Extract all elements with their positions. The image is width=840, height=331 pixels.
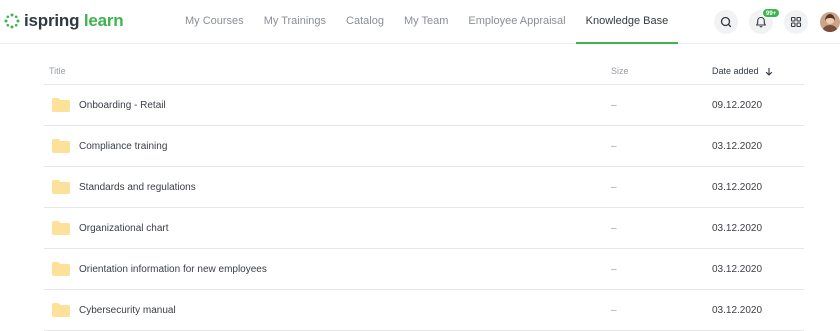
row-date-added: 03.12.2020: [712, 182, 763, 193]
row-title: Onboarding - Retail: [79, 100, 166, 111]
search-icon: [720, 16, 732, 28]
knowledge-base-table: Title Size Date added Onboarding - Retai…: [44, 56, 804, 331]
row-title: Cybersecurity manual: [79, 305, 176, 316]
user-avatar[interactable]: [820, 12, 840, 32]
folder-icon: [52, 262, 70, 276]
arrow-down-icon: [765, 68, 772, 76]
nav-knowledge-base[interactable]: Knowledge Base: [575, 0, 679, 44]
grid-icon: [790, 16, 802, 28]
row-size: –: [611, 100, 617, 111]
row-size: –: [611, 223, 617, 234]
search-button[interactable]: [714, 10, 738, 34]
logo-text-secondary: learn: [83, 11, 124, 30]
folder-icon: [52, 139, 70, 153]
table-row[interactable]: Standards and regulations – 03.12.2020: [44, 167, 804, 208]
nav-my-courses[interactable]: My Courses: [175, 0, 254, 44]
row-date-added: 09.12.2020: [712, 100, 763, 111]
column-header-date-added[interactable]: Date added: [712, 66, 773, 76]
column-header-date-label: Date added: [712, 66, 759, 76]
table-row[interactable]: Orientation information for new employee…: [44, 249, 804, 290]
folder-icon: [52, 221, 70, 235]
table-row[interactable]: Compliance training – 03.12.2020: [44, 126, 804, 167]
nav-my-trainings[interactable]: My Trainings: [254, 0, 336, 44]
avatar-image: [820, 12, 840, 32]
folder-icon: [52, 98, 70, 112]
main-navigation: My Courses My Trainings Catalog My Team …: [175, 0, 678, 44]
notifications-button[interactable]: 99+: [749, 8, 781, 34]
nav-my-team[interactable]: My Team: [394, 0, 458, 44]
column-header-title[interactable]: Title: [49, 66, 66, 76]
column-header-size[interactable]: Size: [611, 66, 629, 76]
row-date-added: 03.12.2020: [712, 223, 763, 234]
row-title: Orientation information for new employee…: [79, 264, 267, 275]
folder-icon: [52, 303, 70, 317]
logo-text-primary: ispring: [24, 11, 80, 30]
ispring-learn-logo[interactable]: ispring learn: [4, 9, 124, 33]
row-title: Organizational chart: [79, 223, 169, 234]
table-header: Title Size Date added: [44, 56, 804, 85]
row-date-added: 03.12.2020: [712, 305, 763, 316]
row-size: –: [611, 141, 617, 152]
table-row[interactable]: Cybersecurity manual – 03.12.2020: [44, 290, 804, 331]
ispring-logo-icon: [4, 13, 20, 29]
folder-icon: [52, 180, 70, 194]
row-size: –: [611, 182, 617, 193]
top-navigation-bar: ispring learn My Courses My Trainings Ca…: [0, 0, 840, 44]
notifications-badge: 99+: [762, 8, 781, 18]
row-title: Compliance training: [79, 141, 168, 152]
nav-catalog[interactable]: Catalog: [336, 0, 394, 44]
row-size: –: [611, 264, 617, 275]
apps-button[interactable]: [784, 10, 808, 34]
row-title: Standards and regulations: [79, 182, 196, 193]
row-size: –: [611, 305, 617, 316]
table-row[interactable]: Organizational chart – 03.12.2020: [44, 208, 804, 249]
row-date-added: 03.12.2020: [712, 141, 763, 152]
logo-text: ispring learn: [24, 11, 124, 31]
nav-employee-appraisal[interactable]: Employee Appraisal: [458, 0, 575, 44]
table-row[interactable]: Onboarding - Retail – 09.12.2020: [44, 85, 804, 126]
row-date-added: 03.12.2020: [712, 264, 763, 275]
